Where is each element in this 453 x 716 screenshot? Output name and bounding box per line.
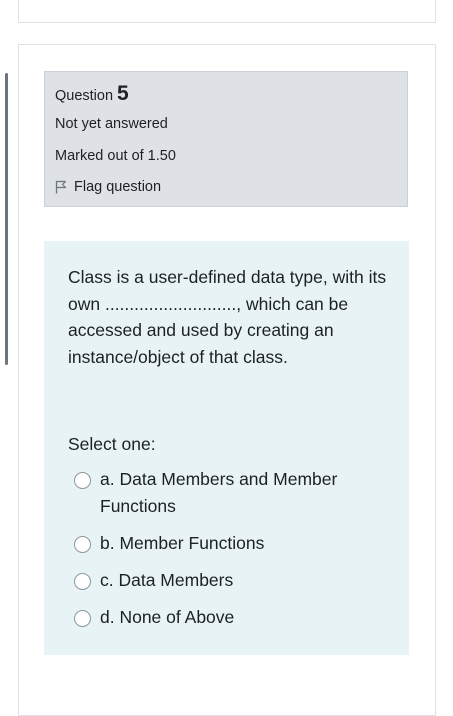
question-formulation: Class is a user-defined data type, with … <box>44 241 409 655</box>
scroll-indicator[interactable] <box>5 73 8 365</box>
answer-option-c[interactable]: c. Data Members <box>74 570 394 594</box>
question-label: Question <box>55 88 114 104</box>
radio-button[interactable] <box>74 610 91 627</box>
flag-question-button[interactable]: Flag question <box>55 179 161 195</box>
answer-prompt: Select one: <box>68 434 156 454</box>
radio-button[interactable] <box>74 472 91 489</box>
question-number: Question 5 <box>55 82 129 106</box>
answer-option-b[interactable]: b. Member Functions <box>74 533 394 557</box>
answer-label[interactable]: d. None of Above <box>100 604 234 631</box>
question-number-value: 5 <box>117 82 129 105</box>
answer-option-d[interactable]: d. None of Above <box>74 607 394 631</box>
answer-option-a[interactable]: a. Data Members and Member Functions <box>74 469 394 520</box>
answer-label[interactable]: c. Data Members <box>100 567 233 594</box>
flag-icon <box>55 180 67 194</box>
flag-question-label: Flag question <box>74 179 162 195</box>
question-info-panel: Question 5 Not yet answered Marked out of… <box>44 71 408 207</box>
previous-question-card <box>18 0 436 23</box>
radio-button[interactable] <box>74 573 91 590</box>
answer-label[interactable]: b. Member Functions <box>100 530 264 557</box>
radio-button[interactable] <box>74 536 91 553</box>
question-state: Not yet answered <box>55 116 168 132</box>
question-text: Class is a user-defined data type, with … <box>68 267 387 367</box>
answer-label[interactable]: a. Data Members and Member Functions <box>100 466 370 520</box>
question-grade: Marked out of 1.50 <box>55 148 176 164</box>
